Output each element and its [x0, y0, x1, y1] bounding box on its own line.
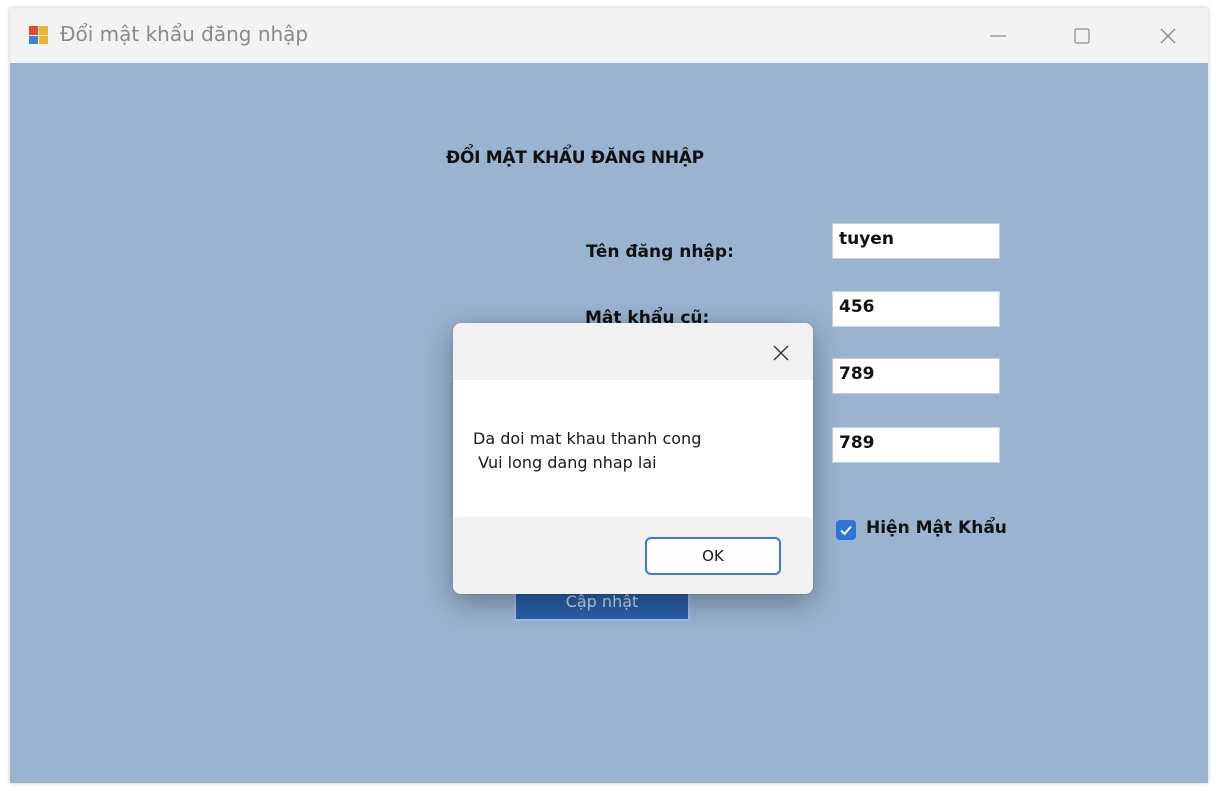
close-button[interactable]: [1128, 8, 1208, 63]
form-heading: ĐỔI MẬT KHẨU ĐĂNG NHẬP: [446, 148, 704, 168]
title-bar: Đổi mật khẩu đăng nhập: [10, 8, 1208, 63]
dialog-message-line-2: Vui long dang nhap lai: [473, 453, 657, 472]
dialog-body: Da doi mat khau thanh cong Vui long dang…: [453, 380, 813, 517]
app-window: Đổi mật khẩu đăng nhập ĐỔI MẬT KHẨU ĐĂNG…: [10, 8, 1208, 783]
old-password-field[interactable]: 456: [832, 291, 1000, 327]
username-field[interactable]: tuyen: [832, 223, 1000, 259]
app-icon: [28, 24, 50, 46]
close-icon: [1160, 28, 1176, 44]
dialog-message-line-1: Da doi mat khau thanh cong: [473, 429, 702, 448]
minimize-button[interactable]: [958, 8, 1038, 63]
show-password-label: Hiện Mật Khẩu: [866, 518, 1007, 538]
dialog-footer: OK: [453, 517, 813, 594]
ok-button[interactable]: OK: [645, 537, 781, 575]
show-password-checkbox[interactable]: [836, 520, 856, 540]
window-title: Đổi mật khẩu đăng nhập: [60, 22, 309, 46]
checkmark-icon: [840, 525, 852, 536]
message-dialog: Da doi mat khau thanh cong Vui long dang…: [453, 323, 813, 594]
confirm-password-field[interactable]: 789: [832, 427, 1000, 463]
maximize-button[interactable]: [1042, 8, 1122, 63]
close-icon: [773, 345, 789, 361]
dialog-header: [453, 323, 813, 380]
maximize-icon: [1074, 28, 1090, 44]
dialog-close-button[interactable]: [753, 329, 809, 375]
username-label: Tên đăng nhập:: [586, 242, 734, 262]
new-password-field[interactable]: 789: [832, 358, 1000, 394]
minimize-icon: [990, 35, 1006, 37]
